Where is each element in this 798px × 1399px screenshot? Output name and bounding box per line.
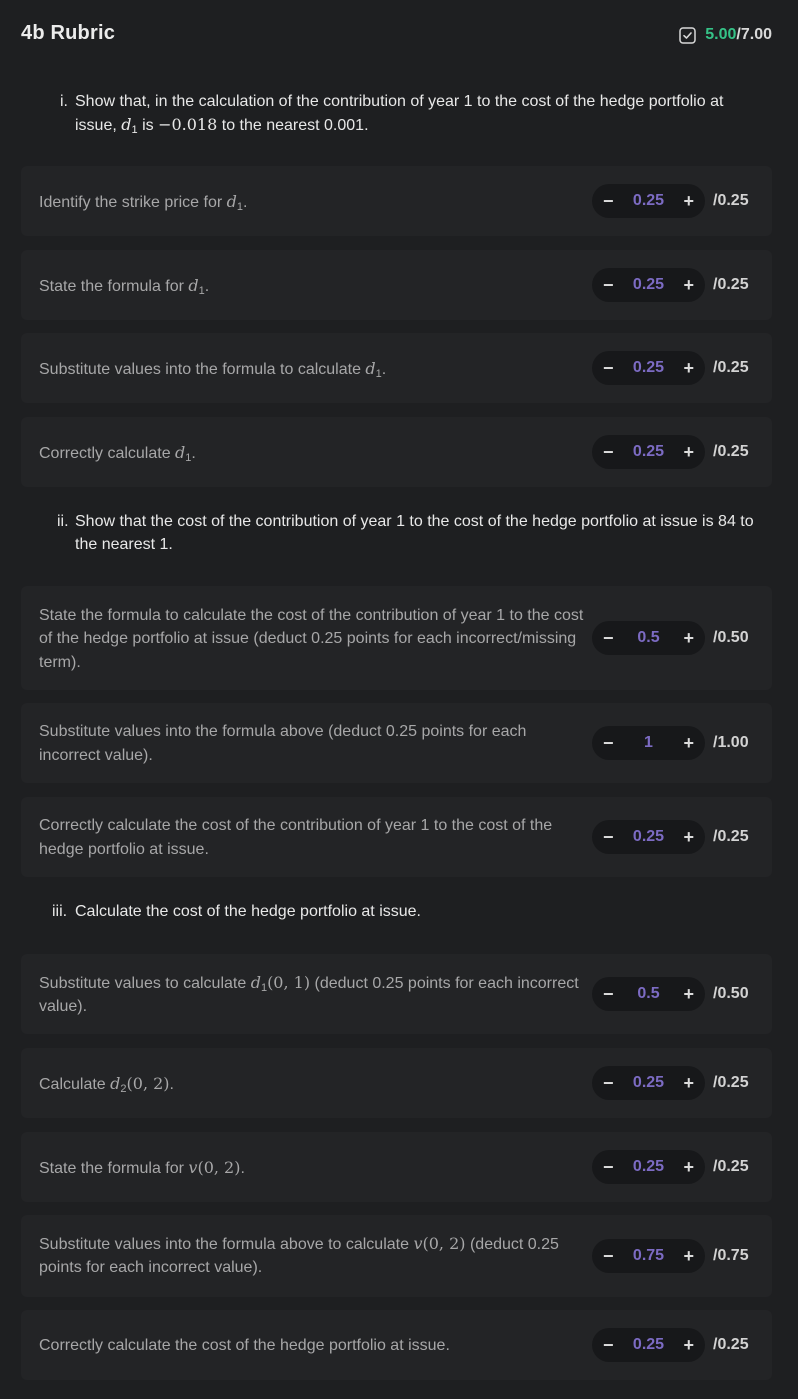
score-value: 0.75 [632, 1247, 665, 1264]
score-total: /7.00 [736, 26, 772, 43]
increment-button[interactable]: + [683, 1239, 694, 1273]
score-value: 0.25 [632, 192, 665, 209]
criterion-card: Correctly calculate the cost of the cont… [21, 797, 772, 877]
criterion-card: State the formula to calculate the cost … [21, 586, 772, 690]
checkbox-check-icon [679, 26, 697, 44]
max-score: /0.25 [713, 1158, 749, 1175]
rubric-header: 4b Rubric 5.00/7.00 [0, 0, 798, 70]
score-stepper[interactable]: − 0.75 + [592, 1239, 705, 1273]
question-number: iii. [52, 903, 68, 920]
criterion-text: State the formula for d1. [39, 276, 210, 297]
criterion-text: Substitute values into the formula to ca… [39, 359, 387, 380]
criterion-text: Correctly calculate d1. [39, 443, 196, 464]
score-stepper[interactable]: − 0.25 + [592, 268, 705, 302]
score-value: 0.25 [632, 443, 665, 460]
score-stepper[interactable]: − 0.25 + [592, 351, 705, 385]
question-number: i. [60, 93, 68, 110]
question-text: Show that, in the calculation of the con… [75, 93, 724, 136]
score-stepper[interactable]: − 0.5 + [592, 977, 705, 1011]
decrement-button[interactable]: − [603, 1150, 614, 1184]
criterion-text: Correctly calculate the cost of the hedg… [39, 1337, 450, 1354]
rubric-title: 4b Rubric [21, 22, 116, 44]
increment-button[interactable]: + [683, 1328, 694, 1362]
decrement-button[interactable]: − [603, 1328, 614, 1362]
score-value: 1 [644, 734, 653, 751]
criterion-text: Substitute values to calculate d1(0, 1) … [39, 973, 579, 1015]
question-text: Show that the cost of the contribution o… [75, 513, 754, 553]
score-stepper[interactable]: − 0.5 + [592, 621, 705, 655]
decrement-button[interactable]: − [603, 977, 614, 1011]
increment-button[interactable]: + [683, 184, 694, 218]
decrement-button[interactable]: − [603, 435, 614, 469]
score-value: 0.25 [632, 359, 665, 376]
decrement-button[interactable]: − [603, 1066, 614, 1100]
criterion-card: Substitute values into the formula above… [21, 1215, 772, 1297]
max-score: /0.25 [713, 359, 749, 376]
score-value: 0.25 [632, 1336, 665, 1353]
question-i: i. Show that, in the calculation of the … [60, 90, 760, 137]
criterion-text: Calculate d2(0, 2). [39, 1074, 174, 1095]
decrement-button[interactable]: − [603, 621, 614, 655]
criterion-card: Correctly calculate d1. − 0.25 + /0.25 [21, 417, 772, 487]
increment-button[interactable]: + [683, 435, 694, 469]
decrement-button[interactable]: − [603, 184, 614, 218]
score-summary: 5.00/7.00 [679, 26, 772, 44]
score-earned: 5.00 [705, 26, 737, 43]
score-stepper[interactable]: − 0.25 + [592, 435, 705, 469]
decrement-button[interactable]: − [603, 268, 614, 302]
max-score: /0.25 [713, 1336, 749, 1353]
decrement-button[interactable]: − [603, 1239, 614, 1273]
increment-button[interactable]: + [683, 268, 694, 302]
criterion-card: Substitute values into the formula above… [21, 703, 772, 783]
increment-button[interactable]: + [683, 1066, 694, 1100]
score-stepper[interactable]: − 0.25 + [592, 820, 705, 854]
decrement-button[interactable]: − [603, 726, 614, 760]
criterion-card: Substitute values into the formula to ca… [21, 333, 772, 403]
max-score: /0.25 [713, 192, 749, 209]
increment-button[interactable]: + [683, 1150, 694, 1184]
question-ii: ii. Show that the cost of the contributi… [57, 510, 777, 556]
criterion-card: Substitute values to calculate d1(0, 1) … [21, 954, 772, 1034]
max-score: /0.25 [713, 443, 749, 460]
max-score: /0.50 [713, 985, 749, 1002]
decrement-button[interactable]: − [603, 820, 614, 854]
question-iii: iii. Calculate the cost of the hedge por… [52, 900, 772, 923]
max-score: /0.25 [713, 828, 749, 845]
criterion-text: State the formula for v(0, 2). [39, 1158, 245, 1177]
increment-button[interactable]: + [683, 621, 694, 655]
criterion-text: Substitute values into the formula above… [39, 1234, 559, 1276]
score-value: 0.5 [637, 985, 660, 1002]
criterion-card: State the formula for v(0, 2). − 0.25 + /0.2… [21, 1132, 772, 1202]
criterion-text: Identify the strike price for d1. [39, 192, 248, 213]
question-number: ii. [57, 513, 69, 530]
score-value: 0.25 [632, 1158, 665, 1175]
criterion-card: Calculate d2(0, 2). − 0.25 + /0.25 [21, 1048, 772, 1118]
criterion-card: State the formula for d1. − 0.25 + /0.25 [21, 250, 772, 320]
criterion-text: Substitute values into the formula above… [39, 723, 527, 764]
increment-button[interactable]: + [683, 977, 694, 1011]
score-stepper[interactable]: − 0.25 + [592, 184, 705, 218]
score-stepper[interactable]: − 0.25 + [592, 1328, 705, 1362]
question-text: Calculate the cost of the hedge portfoli… [75, 903, 421, 920]
increment-button[interactable]: + [683, 351, 694, 385]
score-value: 0.25 [632, 276, 665, 293]
criterion-text: Correctly calculate the cost of the cont… [39, 817, 553, 858]
score-stepper[interactable]: − 1 + [592, 726, 705, 760]
increment-button[interactable]: + [683, 726, 694, 760]
criterion-text: State the formula to calculate the cost … [39, 607, 584, 671]
max-score: /0.75 [713, 1247, 749, 1264]
increment-button[interactable]: + [683, 820, 694, 854]
max-score: /0.25 [713, 276, 749, 293]
criterion-card: Correctly calculate the cost of the hedg… [21, 1310, 772, 1380]
criterion-card: Identify the strike price for d1. − 0.25 + /… [21, 166, 772, 236]
max-score: /0.50 [713, 629, 749, 646]
max-score: /1.00 [713, 734, 749, 751]
score-stepper[interactable]: − 0.25 + [592, 1066, 705, 1100]
max-score: /0.25 [713, 1074, 749, 1091]
score-stepper[interactable]: − 0.25 + [592, 1150, 705, 1184]
score-value: 0.25 [632, 1074, 665, 1091]
score-value: 0.25 [632, 828, 665, 845]
decrement-button[interactable]: − [603, 351, 614, 385]
score-value: 0.5 [637, 629, 660, 646]
